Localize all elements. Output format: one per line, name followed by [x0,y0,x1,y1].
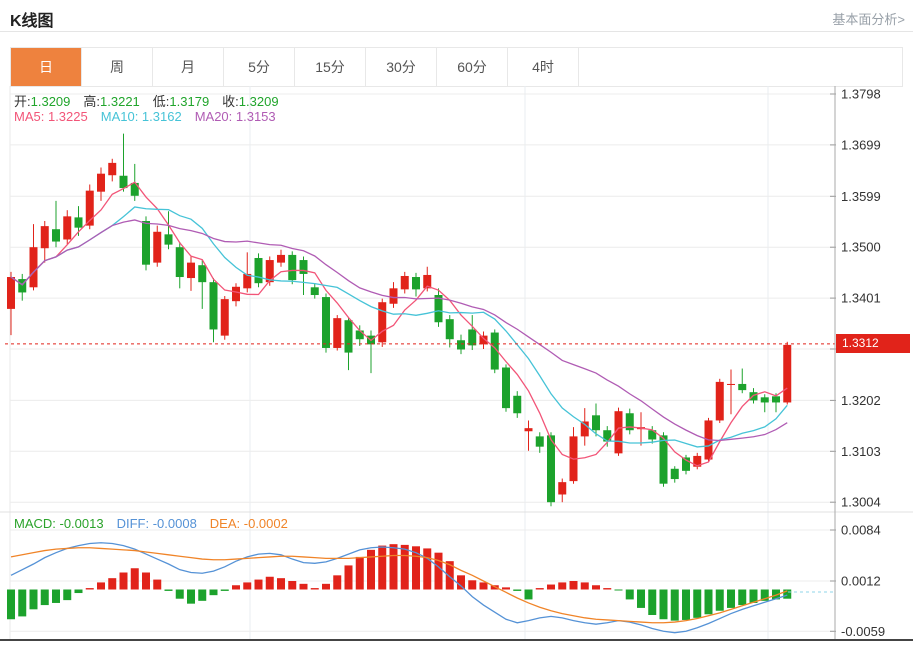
svg-text:1.3103: 1.3103 [841,444,881,459]
period-tab-5分[interactable]: 5分 [224,48,295,86]
macd-legend: MACD: -0.0013 DIFF: -0.0008 DEA: -0.0002 [14,516,301,531]
period-tab-15分[interactable]: 15分 [295,48,366,86]
period-tab-30分[interactable]: 30分 [366,48,437,86]
period-tab-日[interactable]: 日 [11,48,82,86]
svg-text:-0.0059: -0.0059 [841,624,885,639]
legend-ma5: MA5: 1.3225 [14,109,88,124]
chart-area: 1.3798 1.3699 1.3599 1.3500 1.3401 1.3202 1.31… [0,86,913,645]
page-title: K线图 [10,7,54,31]
fundamental-analysis-link[interactable]: 基本面分析> [832,9,905,28]
svg-text:1.3401: 1.3401 [841,291,881,306]
legend-ma10: MA10: 1.3162 [101,109,182,124]
svg-text:0.0084: 0.0084 [841,523,881,538]
legend-high: 高:1.3221 [83,94,139,109]
legend-dea: DEA: -0.0002 [210,516,288,531]
svg-text:1.3798: 1.3798 [841,87,881,102]
legend-close: 收:1.3209 [222,94,278,109]
period-tabbar: 日周月5分15分30分60分4时 [10,47,903,87]
page-header: K线图 基本面分析> [0,0,913,32]
current-price-badge: 1.3312 [836,334,910,353]
legend-open: 开:1.3209 [14,94,70,109]
legend-diff: DIFF: -0.0008 [117,516,197,531]
svg-text:1.3599: 1.3599 [841,189,881,204]
svg-text:1.3699: 1.3699 [841,137,881,152]
svg-text:1.3202: 1.3202 [841,393,881,408]
svg-text:1.3500: 1.3500 [841,240,881,255]
period-tab-4时[interactable]: 4时 [508,48,579,86]
period-tab-周[interactable]: 周 [82,48,153,86]
legend-macd: MACD: -0.0013 [14,516,104,531]
kline-page: K线图 基本面分析> 日周月5分15分30分60分4时 1.3798 1.3699… [0,0,913,645]
svg-text:1.3004: 1.3004 [841,495,881,510]
legend-ma20: MA20: 1.3153 [195,109,276,124]
period-tab-月[interactable]: 月 [153,48,224,86]
ma-legend: MA5: 1.3225 MA10: 1.3162 MA20: 1.3153 [14,109,289,124]
period-tab-60分[interactable]: 60分 [437,48,508,86]
kline-chart-svg[interactable]: 1.3798 1.3699 1.3599 1.3500 1.3401 1.3202 1.31… [0,86,913,645]
legend-low: 低:1.3179 [153,94,209,109]
svg-text:0.0012: 0.0012 [841,574,881,589]
ohlc-legend: 开:1.3209 高:1.3221 低:1.3179 收:1.3209 [14,91,292,110]
